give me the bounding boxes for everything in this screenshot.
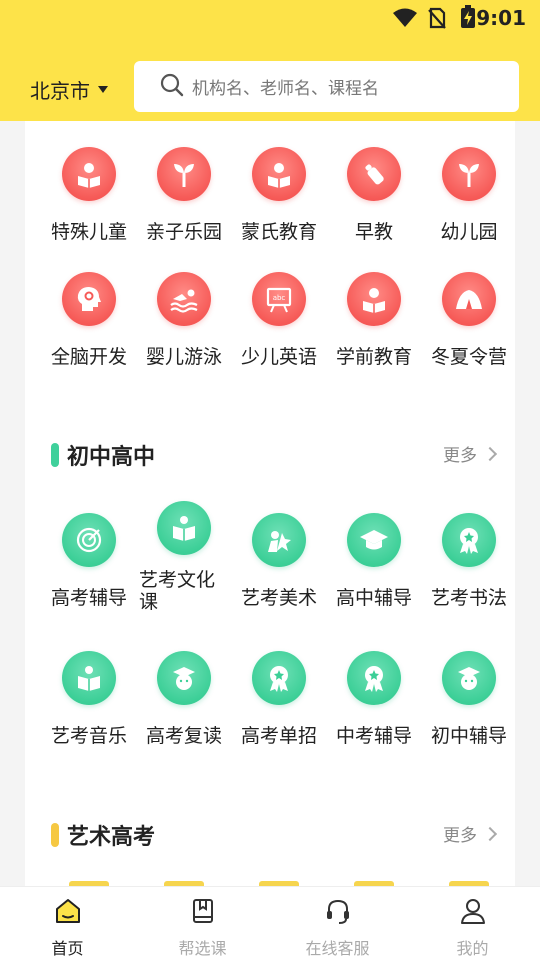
reading-child-icon xyxy=(62,147,116,201)
home-icon xyxy=(54,897,82,929)
user-icon xyxy=(459,897,487,929)
category-card: 特殊儿童 亲子乐园 蒙氏教育 早教 幼儿园 全脑开发 婴儿游泳 abc 少儿英语… xyxy=(25,121,517,887)
bottom-tab-bar: 首页 帮选课 在线客服 我的 xyxy=(0,886,540,960)
section-accent-bar xyxy=(51,443,59,467)
search-box[interactable]: 机构名、老师名、课程名 xyxy=(134,61,519,112)
brain-gears-icon xyxy=(62,272,116,326)
category-item[interactable]: 中考辅导 xyxy=(326,651,422,748)
target-icon xyxy=(62,513,116,567)
category-item[interactable]: 学前教育 xyxy=(326,272,422,369)
chevron-right-icon xyxy=(482,826,498,841)
chevron-right-icon xyxy=(482,446,498,461)
more-link-art-exam[interactable]: 更多 xyxy=(443,821,498,846)
medal-icon xyxy=(442,513,496,567)
reading-child-icon xyxy=(252,147,306,201)
category-item[interactable]: abc 少儿英语 xyxy=(231,272,327,369)
category-item[interactable]: 婴儿游泳 xyxy=(136,272,232,369)
category-item[interactable]: 艺考音乐 xyxy=(41,651,137,748)
category-item[interactable]: 高考单招 xyxy=(231,651,327,748)
city-label: 北京市 xyxy=(30,79,90,103)
search-icon xyxy=(160,73,184,101)
reading-child-icon xyxy=(347,272,401,326)
grad-student-icon xyxy=(442,651,496,705)
category-item[interactable]: 亲子乐园 xyxy=(136,147,232,244)
more-link-middle-high[interactable]: 更多 xyxy=(443,441,498,466)
sprout-icon xyxy=(157,147,211,201)
category-item[interactable]: 高中辅导 xyxy=(326,513,422,610)
puzzle-icon xyxy=(252,513,306,567)
book-person-icon xyxy=(62,651,116,705)
medal-icon xyxy=(347,651,401,705)
svg-text:abc: abc xyxy=(273,294,286,302)
search-placeholder: 机构名、老师名、课程名 xyxy=(192,79,379,99)
book-icon xyxy=(189,897,217,929)
category-item[interactable]: 高考复读 xyxy=(136,651,232,748)
caret-down-icon xyxy=(98,86,108,93)
category-item[interactable]: 特殊儿童 xyxy=(41,147,137,244)
category-item[interactable]: 幼儿园 xyxy=(421,147,517,244)
section-title-middle-high: 初中高中 xyxy=(51,439,155,471)
swimmer-icon xyxy=(157,272,211,326)
clock: 9:01 xyxy=(476,6,526,30)
category-item[interactable]: 全脑开发 xyxy=(41,272,137,369)
category-item[interactable]: 艺考书法 xyxy=(421,513,517,610)
tab-online-service[interactable]: 在线客服 xyxy=(270,887,405,960)
medal-icon xyxy=(252,651,306,705)
top-header: 9:01 北京市 机构名、老师名、课程名 xyxy=(0,0,540,121)
tab-home[interactable]: 首页 xyxy=(0,887,135,960)
sprout-icon xyxy=(442,147,496,201)
category-item[interactable]: 初中辅导 xyxy=(421,651,517,748)
tab-course-select[interactable]: 帮选课 xyxy=(135,887,270,960)
tab-profile[interactable]: 我的 xyxy=(405,887,540,960)
no-sim-icon xyxy=(426,7,448,33)
grad-student-icon xyxy=(157,651,211,705)
category-item[interactable]: 冬夏令营 xyxy=(421,272,517,369)
section-title-art-exam: 艺术高考 xyxy=(51,819,155,851)
book-person-icon xyxy=(157,501,211,555)
baby-bottle-icon xyxy=(347,147,401,201)
abc-board-icon: abc xyxy=(252,272,306,326)
graduation-cap-icon xyxy=(347,513,401,567)
category-item[interactable]: 高考辅导 xyxy=(41,513,137,610)
city-selector[interactable]: 北京市 xyxy=(30,75,108,104)
status-bar: 9:01 xyxy=(0,0,540,36)
category-item[interactable]: 早教 xyxy=(326,147,422,244)
wifi-icon xyxy=(392,8,418,32)
headset-icon xyxy=(324,897,352,929)
battery-charging-icon xyxy=(460,5,476,33)
category-item[interactable]: 蒙氏教育 xyxy=(231,147,327,244)
section-accent-bar xyxy=(51,823,59,847)
category-item[interactable]: 艺考文化课 xyxy=(136,501,232,613)
category-item[interactable]: 艺考美术 xyxy=(231,513,327,610)
tent-icon xyxy=(442,272,496,326)
